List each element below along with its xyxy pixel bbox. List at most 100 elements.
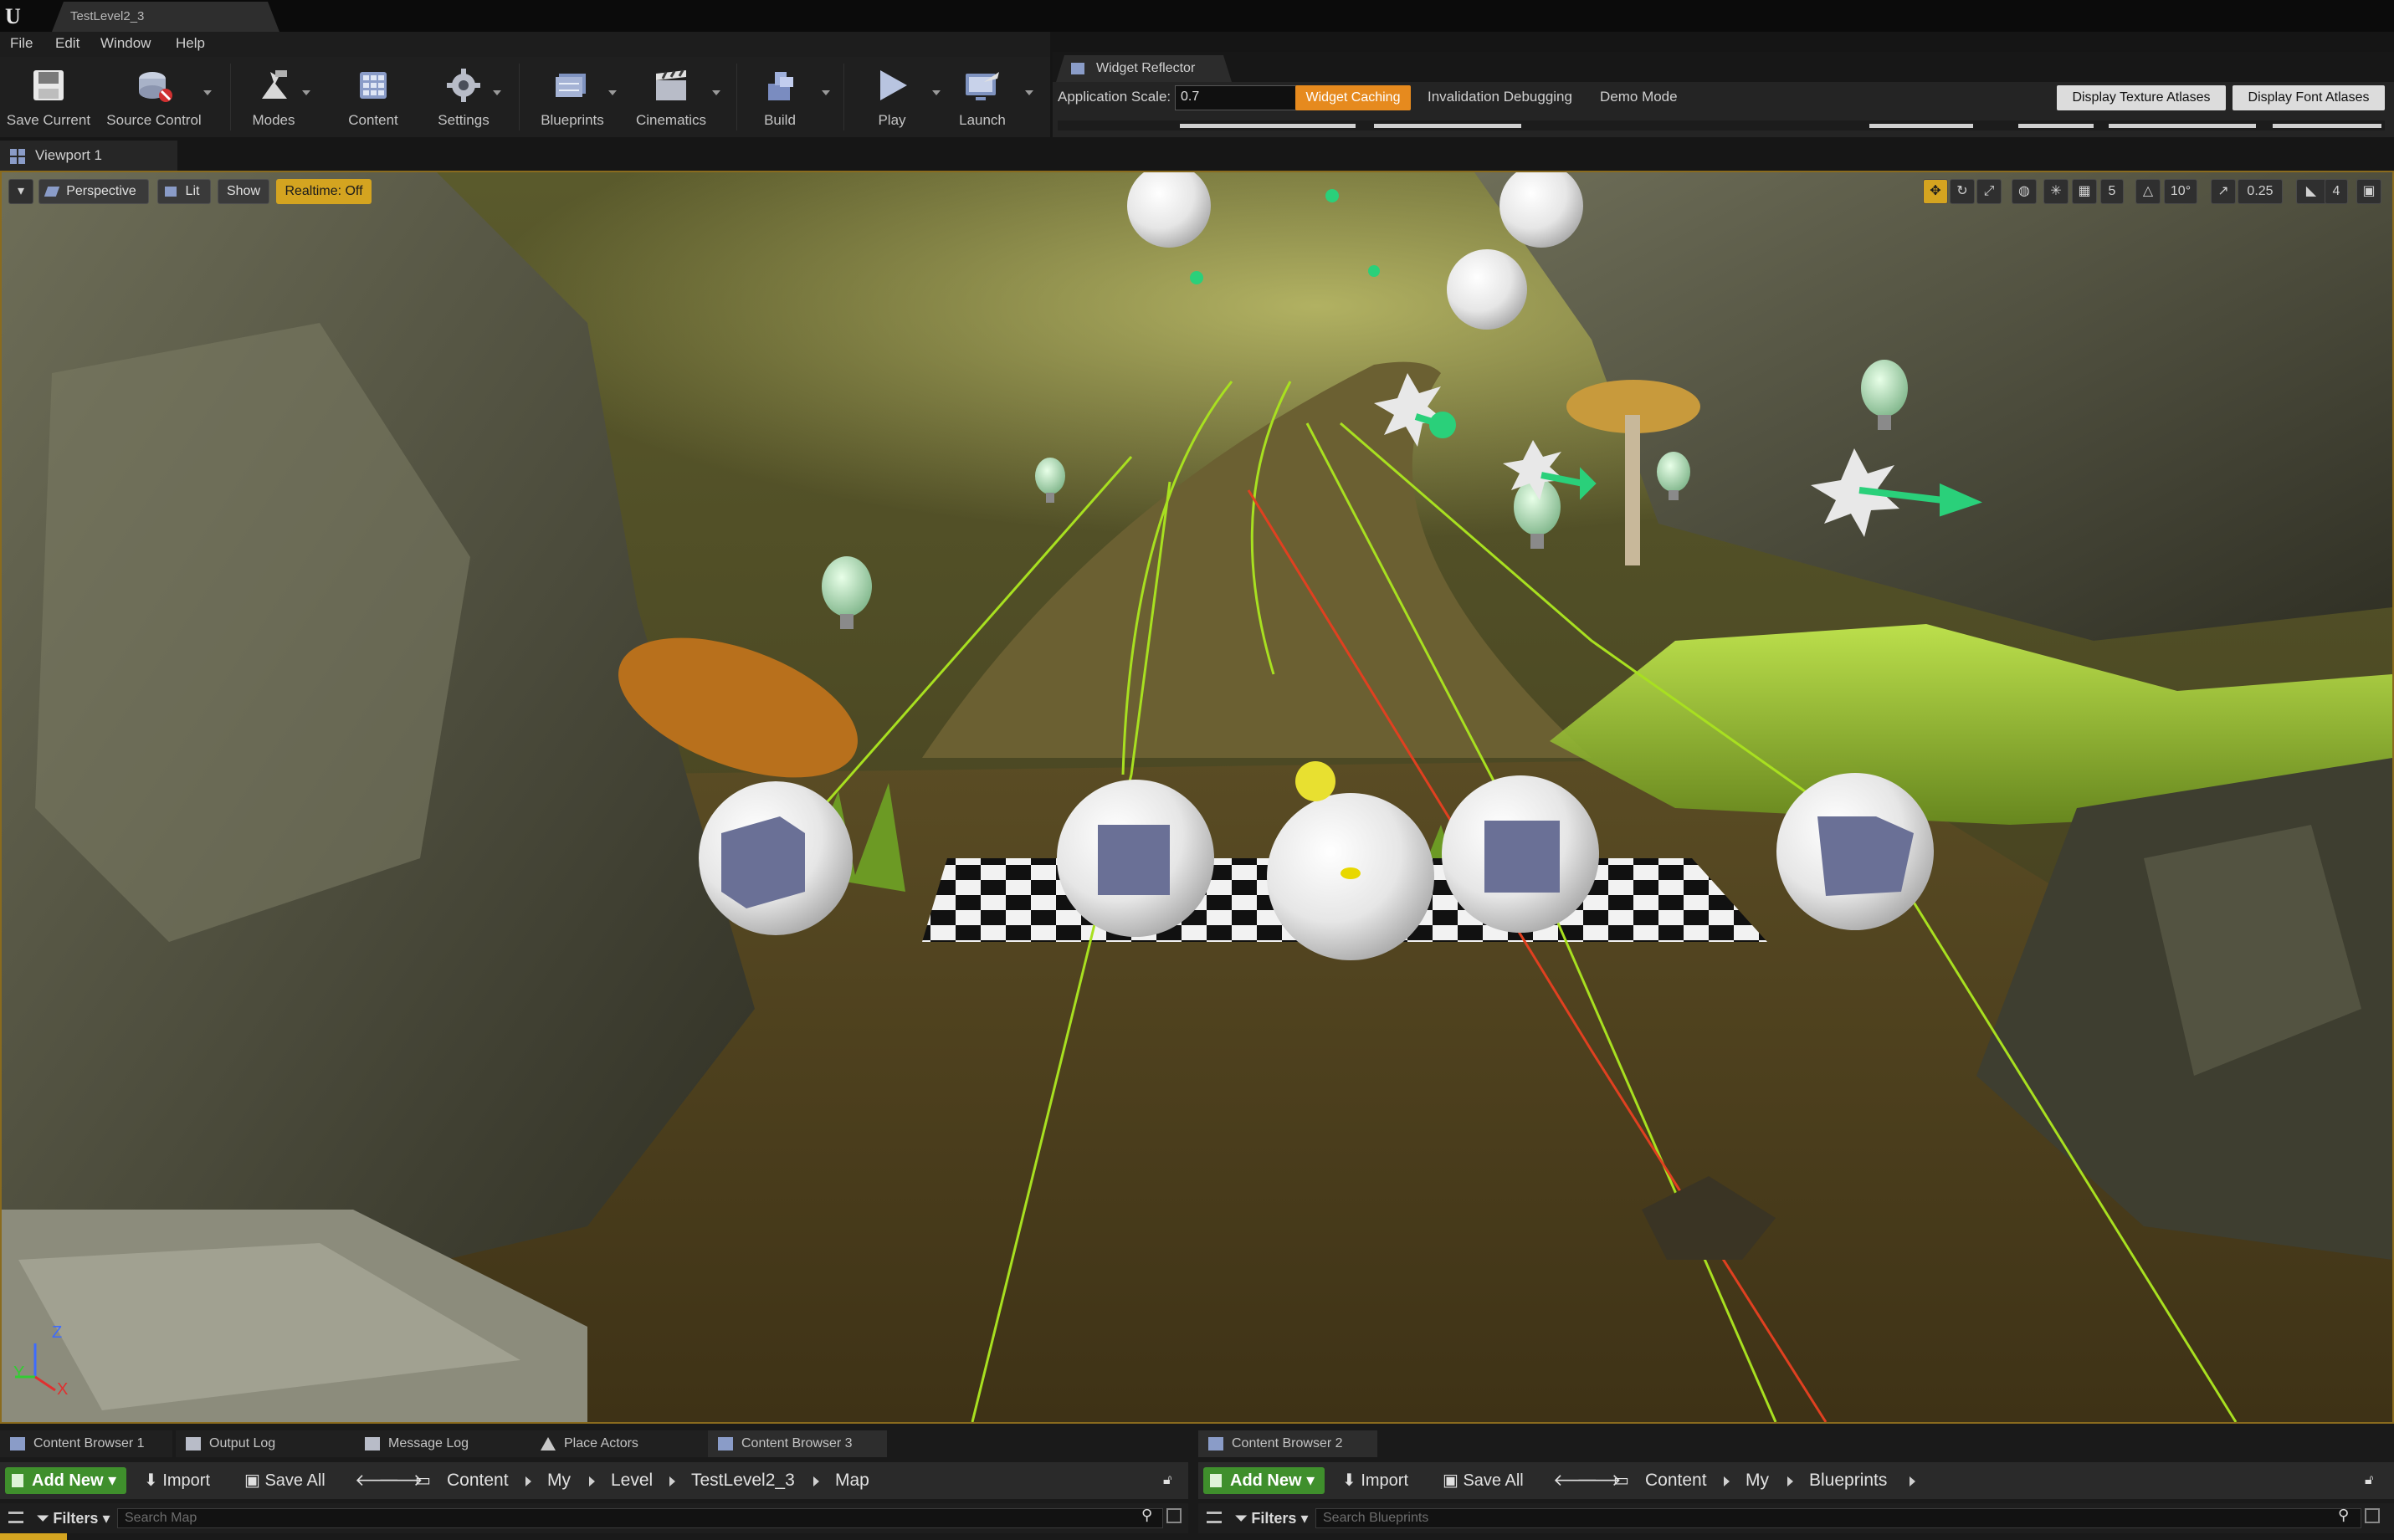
menu-window[interactable]: Window [100, 35, 151, 52]
lock-icon[interactable]: 🔓︎ [2365, 1467, 2373, 1494]
filters-button[interactable]: ⏷ Filters ▾ [37, 1508, 110, 1528]
content-button[interactable]: Content [335, 57, 412, 137]
application-scale-input[interactable]: 0.7 [1175, 85, 1300, 110]
grid-snap-value[interactable]: 5 [2100, 179, 2124, 204]
perspective-button[interactable]: Perspective [38, 179, 149, 204]
camera-speed-icon[interactable]: ◣ [2296, 179, 2326, 204]
build-button[interactable]: Build [746, 57, 813, 137]
realtime-toggle[interactable]: Realtime: Off [276, 179, 372, 204]
breadcrumb-map[interactable]: Map [835, 1467, 869, 1494]
content-browser-icon [1208, 1437, 1223, 1450]
menu-bar: File Edit Window Help [0, 32, 1050, 57]
breadcrumb-level[interactable]: Level [611, 1467, 653, 1494]
grid-snap-icon[interactable]: ▦ [2072, 179, 2097, 204]
lit-button[interactable]: Lit [157, 179, 211, 204]
translate-tool-icon[interactable]: ✥ [1923, 179, 1948, 204]
save-current-button[interactable]: Save Current [0, 57, 97, 137]
menu-edit[interactable]: Edit [55, 35, 79, 52]
breadcrumb-my[interactable]: My [1746, 1467, 1769, 1494]
widget-caching-button[interactable]: Widget Caching [1295, 85, 1411, 110]
camera-speed-value[interactable]: 4 [2325, 179, 2348, 204]
breadcrumb-content[interactable]: Content [447, 1467, 509, 1494]
breadcrumb-blueprints[interactable]: Blueprints [1809, 1467, 1887, 1494]
left-filter-bar: ⏷ Filters ▾ Search Map ⚲ [0, 1503, 1188, 1533]
search-input[interactable]: Search Map [117, 1508, 1163, 1528]
modes-dropdown-icon[interactable] [302, 90, 310, 95]
maximize-viewport-icon[interactable]: ▣ [2356, 179, 2381, 204]
level-tab[interactable]: TestLevel2_3 [52, 2, 279, 32]
breadcrumb-arrow-icon[interactable] [1787, 1476, 1793, 1486]
level-viewport[interactable]: ▾ Perspective Lit Show Realtime: Off ✥ ↻… [0, 171, 2394, 1424]
viewport-tab[interactable]: Viewport 1 [0, 141, 177, 171]
tab-place-actors[interactable]: Place Actors [531, 1430, 711, 1457]
scale-tool-icon[interactable]: ⤢ [1976, 179, 2002, 204]
viewport-options-dropdown[interactable]: ▾ [8, 179, 33, 204]
tab-content-browser-3[interactable]: Content Browser 3 [708, 1430, 887, 1457]
display-texture-atlases-button[interactable]: Display Texture Atlases [2057, 85, 2226, 110]
add-new-button[interactable]: Add New ▾ [5, 1467, 127, 1494]
search-input[interactable]: Search Blueprints [1315, 1508, 2361, 1528]
content-browser-2-toolbar: Add New ▾ ⬇ Import ▣ Save All 🡐 🡒 ▭ Cont… [1198, 1462, 2394, 1499]
cinematics-dropdown-icon[interactable] [712, 90, 720, 95]
rotation-snap-value[interactable]: 10° [2164, 179, 2197, 204]
tab-message-log[interactable]: Message Log [355, 1430, 536, 1457]
surface-snap-icon[interactable]: ✳ [2043, 179, 2068, 204]
invalidation-debugging-button[interactable]: Invalidation Debugging [1428, 89, 1572, 105]
rotate-tool-icon[interactable]: ↻ [1950, 179, 1975, 204]
breadcrumb-arrow-icon[interactable] [589, 1476, 595, 1486]
demo-mode-button[interactable]: Demo Mode [1600, 89, 1678, 105]
save-search-icon[interactable] [2365, 1508, 2380, 1523]
save-all-button[interactable]: ▣ Save All [244, 1467, 326, 1494]
world-local-icon[interactable]: ◍ [2012, 179, 2037, 204]
breadcrumb-testlevel[interactable]: TestLevel2_3 [691, 1467, 795, 1494]
play-dropdown-icon[interactable] [932, 90, 941, 95]
widget-reflector-tab[interactable]: Widget Reflector [1056, 55, 1232, 82]
rotation-snap-icon[interactable]: △ [2135, 179, 2161, 204]
tab-output-log[interactable]: Output Log [176, 1430, 356, 1457]
settings-dropdown-icon[interactable] [493, 90, 501, 95]
filters-label: Filters [1251, 1510, 1297, 1527]
scale-snap-value[interactable]: 0.25 [2238, 179, 2283, 204]
launch-dropdown-icon[interactable] [1025, 90, 1033, 95]
breadcrumb-arrow-icon[interactable] [813, 1476, 819, 1486]
modes-button[interactable]: Modes [239, 57, 308, 137]
tab-content-browser-2[interactable]: Content Browser 2 [1198, 1430, 1377, 1457]
breadcrumb-content[interactable]: Content [1645, 1467, 1707, 1494]
tab-label: Place Actors [564, 1436, 638, 1450]
launch-button[interactable]: Launch [944, 57, 1021, 137]
menu-help[interactable]: Help [176, 35, 205, 52]
sources-toggle-icon[interactable] [8, 1512, 23, 1523]
breadcrumb-arrow-icon[interactable] [669, 1476, 675, 1486]
content-browser-icon [10, 1437, 25, 1450]
source-control-dropdown-icon[interactable] [203, 90, 212, 95]
launch-label: Launch [959, 112, 1006, 128]
breadcrumb-arrow-icon[interactable] [525, 1476, 531, 1486]
play-button[interactable]: Play [852, 57, 932, 137]
sources-toggle-icon[interactable] [1207, 1512, 1222, 1523]
show-button[interactable]: Show [218, 179, 269, 204]
scene-render[interactable] [2, 172, 2392, 1422]
cinematics-button[interactable]: Cinematics [624, 57, 718, 137]
menu-file[interactable]: File [10, 35, 33, 52]
import-button[interactable]: ⬇ Import [144, 1467, 210, 1494]
unreal-logo-icon: U [5, 4, 21, 28]
filters-button[interactable]: ⏷ Filters ▾ [1235, 1508, 1309, 1528]
breadcrumb-arrow-icon[interactable] [1724, 1476, 1730, 1486]
tab-label: Output Log [209, 1436, 276, 1450]
build-dropdown-icon[interactable] [822, 90, 830, 95]
breadcrumb-my[interactable]: My [547, 1467, 571, 1494]
save-search-icon[interactable] [1166, 1508, 1182, 1523]
breadcrumb-arrow-icon[interactable] [1910, 1476, 1915, 1486]
import-button[interactable]: ⬇ Import [1342, 1467, 1408, 1494]
blueprints-button[interactable]: Blueprints [525, 57, 619, 137]
scale-snap-icon[interactable]: ↗ [2211, 179, 2236, 204]
add-new-button[interactable]: Add New ▾ [1203, 1467, 1325, 1494]
save-all-button[interactable]: ▣ Save All [1443, 1467, 1524, 1494]
blueprints-dropdown-icon[interactable] [608, 90, 617, 95]
source-control-button[interactable]: Source Control [99, 57, 209, 137]
content-browser-icon [718, 1437, 733, 1450]
tab-content-browser-1[interactable]: Content Browser 1 [0, 1430, 172, 1457]
display-font-atlases-button[interactable]: Display Font Atlases [2233, 85, 2385, 110]
settings-button[interactable]: Settings [425, 57, 502, 137]
lock-icon[interactable]: 🔓︎ [1163, 1467, 1171, 1494]
